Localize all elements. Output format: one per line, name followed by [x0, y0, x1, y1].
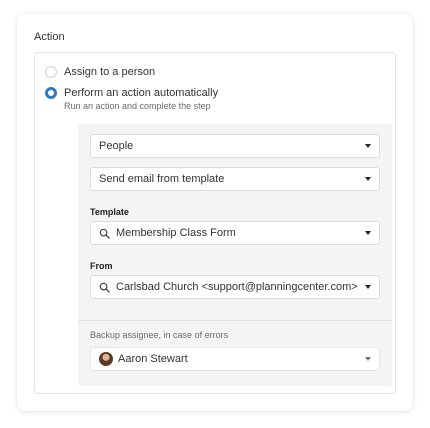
action-select[interactable]: Send email from template [90, 167, 380, 191]
divider [78, 320, 392, 321]
avatar [99, 352, 113, 366]
action-card: Action Assign to a person Perform an act… [17, 14, 413, 411]
action-settings-panel: People Send email from template Template… [78, 124, 392, 386]
from-label: From [90, 261, 113, 271]
action-box: Assign to a person Perform an action aut… [34, 52, 396, 394]
radio-label: Assign to a person [64, 66, 156, 78]
type-select-value: People [99, 140, 134, 152]
radio-assign-person[interactable]: Assign to a person [45, 65, 155, 79]
from-select-value: Carlsbad Church <support@planningcenter.… [116, 281, 358, 293]
template-label: Template [90, 207, 129, 217]
caret-down-icon [365, 177, 371, 181]
search-icon [99, 228, 110, 239]
caret-down-icon [365, 144, 371, 148]
type-select[interactable]: People [90, 134, 380, 158]
search-icon [99, 282, 110, 293]
backup-assignee-label: Backup assignee, in case of errors [90, 330, 229, 340]
section-label: Action [34, 31, 65, 43]
action-select-value: Send email from template [99, 173, 225, 185]
caret-down-icon [365, 231, 371, 235]
radio-label: Perform an action automatically [64, 87, 219, 99]
caret-down-icon [365, 285, 371, 289]
caret-down-icon [365, 357, 371, 361]
template-select[interactable]: Membership Class Form [90, 221, 380, 245]
radio-button[interactable] [45, 66, 57, 78]
backup-assignee-value: Aaron Stewart [118, 353, 188, 365]
radio-sublabel: Run an action and complete the step [64, 101, 211, 111]
template-select-value: Membership Class Form [116, 227, 236, 239]
backup-assignee-select[interactable]: Aaron Stewart [90, 347, 380, 371]
radio-button-checked[interactable] [45, 87, 57, 99]
from-select[interactable]: Carlsbad Church <support@planningcenter.… [90, 275, 380, 299]
radio-perform-action[interactable]: Perform an action automatically Run an a… [45, 86, 218, 111]
